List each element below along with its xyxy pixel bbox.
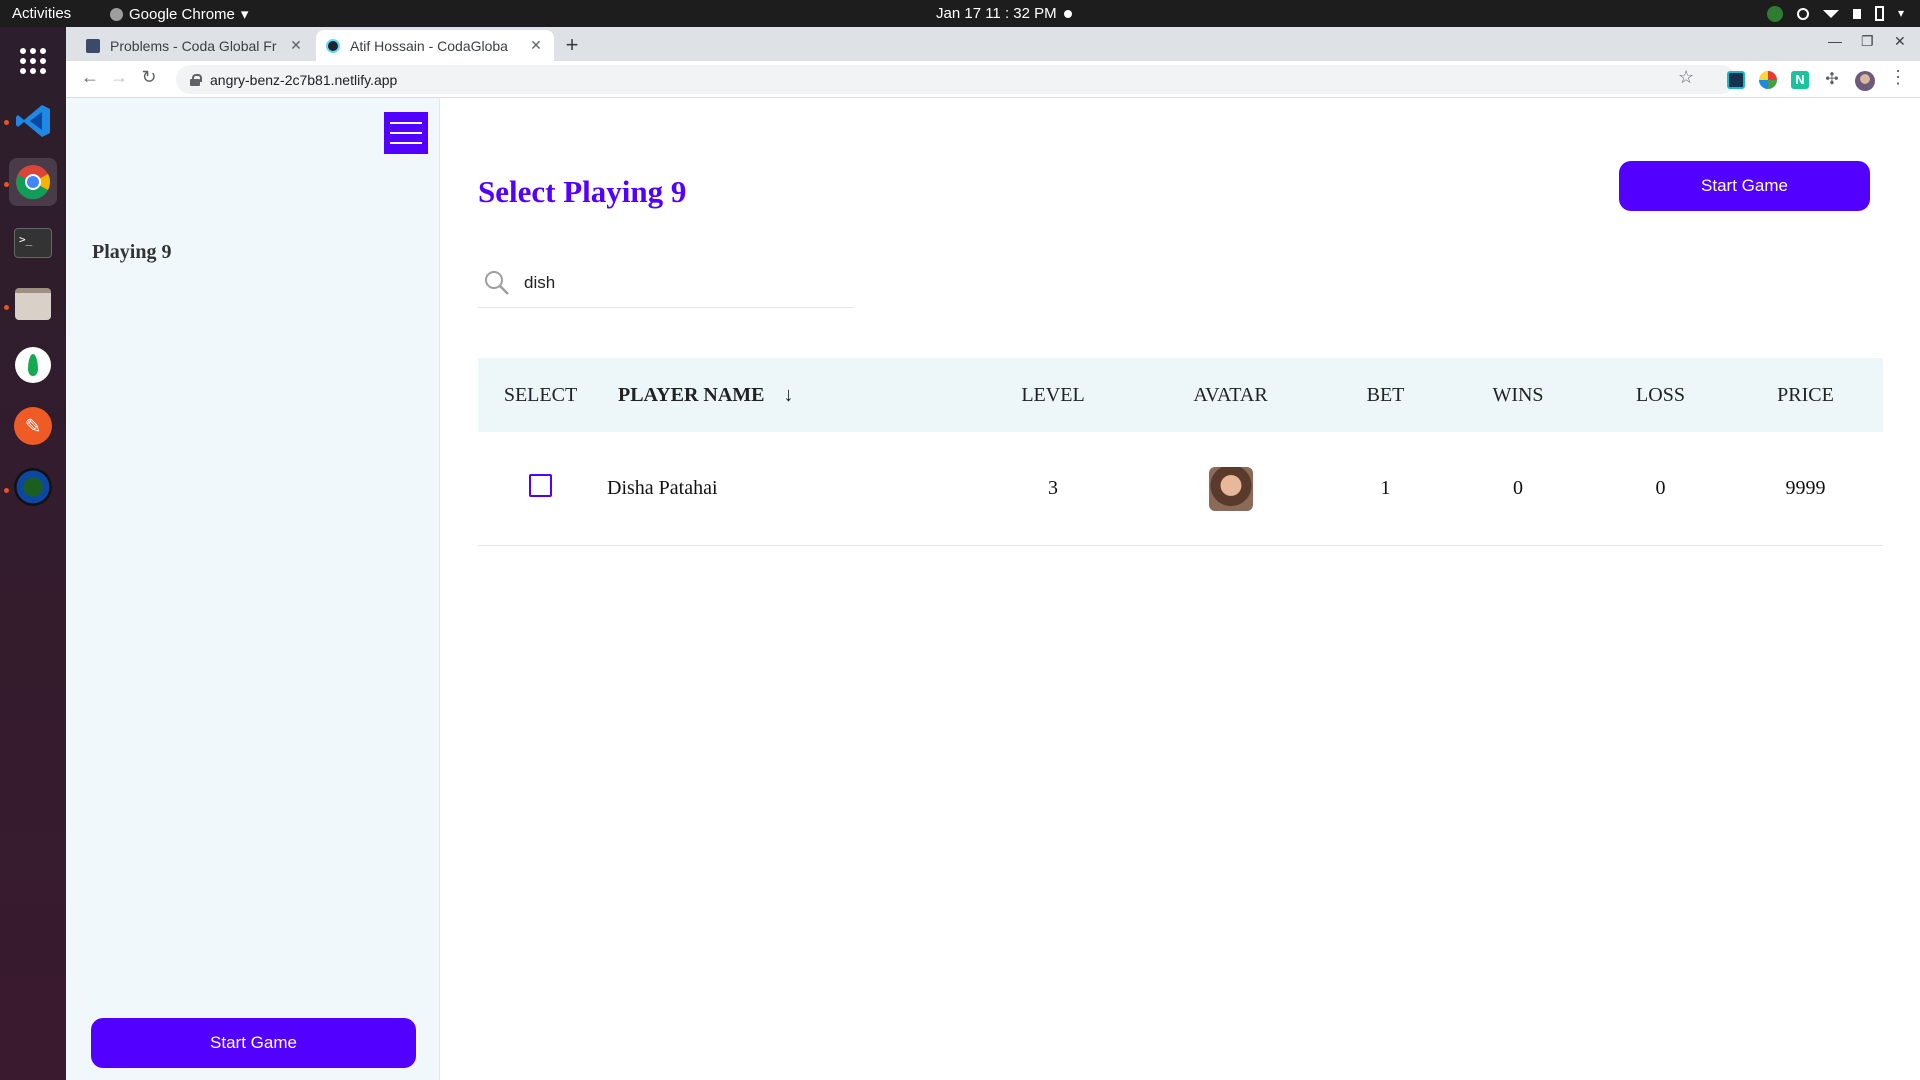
main-content: Select Playing 9 Start Game SELECT PLAYE… xyxy=(441,98,1920,1080)
grid-icon xyxy=(20,48,46,74)
menu-line xyxy=(390,142,422,144)
hackerearth-icon xyxy=(86,38,100,53)
close-window-icon[interactable]: ✕ xyxy=(1894,33,1906,50)
chrome-icon xyxy=(16,165,50,200)
header-wins: WINS xyxy=(1492,383,1544,406)
volume-icon xyxy=(1853,8,1861,19)
app-name: Google Chrome xyxy=(129,5,235,23)
header-price: PRICE xyxy=(1777,383,1834,406)
system-tray[interactable]: ▾ xyxy=(1767,4,1908,23)
tab-title: Atif Hossain - CodaGloba xyxy=(350,37,508,54)
sidebar-title: Playing 9 xyxy=(92,241,172,263)
postman-launcher[interactable]: ✎ xyxy=(9,402,57,450)
sidebar-start-game-button[interactable]: Start Game xyxy=(91,1018,416,1068)
color-picker-icon[interactable] xyxy=(1759,71,1777,89)
vscode-icon xyxy=(16,105,50,137)
notification-dot xyxy=(1064,10,1072,18)
header-player-name[interactable]: PLAYER NAME ↓ xyxy=(603,384,973,407)
tab-strip: Problems - Coda Global Fr ✕ Atif Hossain… xyxy=(66,27,1920,61)
terminal-launcher[interactable]: >_ xyxy=(9,219,57,267)
reload-icon[interactable]: ↻ xyxy=(137,67,161,88)
url-text: angry-benz-2c7b81.netlify.app xyxy=(210,71,398,88)
search-icon xyxy=(485,270,509,295)
leaf-icon xyxy=(15,347,51,383)
show-apps-button[interactable] xyxy=(9,37,57,85)
dock: >_ ✎ xyxy=(0,27,66,1080)
search-bar xyxy=(478,258,854,308)
player-name: Disha Patahai xyxy=(607,477,718,499)
avatar xyxy=(1208,466,1253,511)
browser-toolbar: ← → ↻ angry-benz-2c7b81.netlify.app ☆ N … xyxy=(66,61,1920,98)
bookmark-star-icon[interactable]: ☆ xyxy=(1678,67,1694,88)
chevron-down-icon: ▾ xyxy=(1898,5,1905,20)
chrome-launcher[interactable] xyxy=(9,158,57,206)
battery-icon xyxy=(1875,6,1884,21)
postman-icon: ✎ xyxy=(14,407,52,445)
header-avatar: AVATAR xyxy=(1193,383,1268,406)
menu-line xyxy=(390,122,422,124)
mongodb-compass-launcher[interactable] xyxy=(9,341,57,389)
chevron-down-icon: ▾ xyxy=(240,6,249,23)
header-select: SELECT xyxy=(503,383,578,406)
app-menu[interactable]: Google Chrome ▾ xyxy=(110,5,248,23)
notion-icon[interactable]: N xyxy=(1791,71,1809,89)
activities-button[interactable]: Activities xyxy=(12,5,71,22)
players-table: SELECT PLAYER NAME ↓ LEVEL AVATAR BET WI… xyxy=(478,358,1883,546)
folder-icon xyxy=(15,288,51,320)
header-player-name-label: PLAYER NAME xyxy=(618,383,765,406)
back-icon[interactable]: ← xyxy=(78,67,102,88)
player-price: 9999 xyxy=(1785,477,1826,499)
hamburger-menu-button[interactable] xyxy=(384,112,428,154)
table-header: SELECT PLAYER NAME ↓ LEVEL AVATAR BET WI… xyxy=(478,358,1883,432)
react-icon xyxy=(326,38,340,53)
webcam-launcher[interactable] xyxy=(9,463,57,511)
wifi-icon xyxy=(1823,9,1839,18)
system-top-bar: Activities Google Chrome ▾ Jan 17 11 : 3… xyxy=(0,0,1920,27)
avatar-cell xyxy=(1133,466,1328,511)
clock[interactable]: Jan 17 11 : 32 PM xyxy=(936,5,1057,22)
new-tab-button[interactable]: + xyxy=(560,32,584,58)
sort-arrow-icon[interactable]: ↓ xyxy=(784,384,794,406)
page-title: Select Playing 9 xyxy=(478,174,687,209)
app-root: Playing 9 Start Game Select Playing 9 St… xyxy=(66,98,1920,1080)
restore-icon[interactable]: ❐ xyxy=(1861,33,1874,50)
player-wins: 0 xyxy=(1513,477,1523,499)
player-bet: 1 xyxy=(1380,477,1391,499)
menu-kebab-icon[interactable]: ⋮ xyxy=(1886,67,1910,88)
menu-line xyxy=(390,132,422,134)
files-launcher[interactable] xyxy=(9,280,57,328)
terminal-icon: >_ xyxy=(14,228,52,258)
vscode-launcher[interactable] xyxy=(9,97,57,145)
tab-title: Problems - Coda Global Fr xyxy=(110,37,277,54)
header-level: LEVEL xyxy=(1021,383,1085,406)
color-icon xyxy=(1767,5,1783,22)
player-loss: 0 xyxy=(1655,477,1666,499)
chrome-icon xyxy=(110,7,123,21)
header-bet: BET xyxy=(1366,383,1405,406)
sidebar: Playing 9 Start Game xyxy=(66,98,440,1080)
select-checkbox[interactable] xyxy=(529,474,552,497)
forward-icon[interactable]: → xyxy=(107,67,131,88)
profile-avatar[interactable] xyxy=(1855,71,1875,91)
close-icon[interactable]: ✕ xyxy=(288,37,304,54)
brightness-icon xyxy=(1797,7,1809,20)
lock-icon xyxy=(190,73,202,86)
start-game-button[interactable]: Start Game xyxy=(1619,161,1870,211)
header-loss: LOSS xyxy=(1636,383,1685,406)
tab-codaglobal[interactable]: Atif Hossain - CodaGloba ✕ xyxy=(316,30,554,61)
extension-icon[interactable] xyxy=(1727,71,1745,89)
search-input[interactable] xyxy=(524,272,824,293)
minimize-icon[interactable]: — xyxy=(1828,33,1842,49)
player-level: 3 xyxy=(1048,477,1058,499)
table-row: Disha Patahai 3 1 0 0 9999 xyxy=(478,432,1883,546)
address-bar[interactable]: angry-benz-2c7b81.netlify.app xyxy=(176,65,1736,94)
tab-problems[interactable]: Problems - Coda Global Fr ✕ xyxy=(76,30,314,61)
close-icon[interactable]: ✕ xyxy=(528,37,544,54)
camera-icon xyxy=(14,468,52,506)
select-cell xyxy=(478,474,603,503)
puzzle-icon[interactable]: ✣ xyxy=(1823,71,1841,89)
